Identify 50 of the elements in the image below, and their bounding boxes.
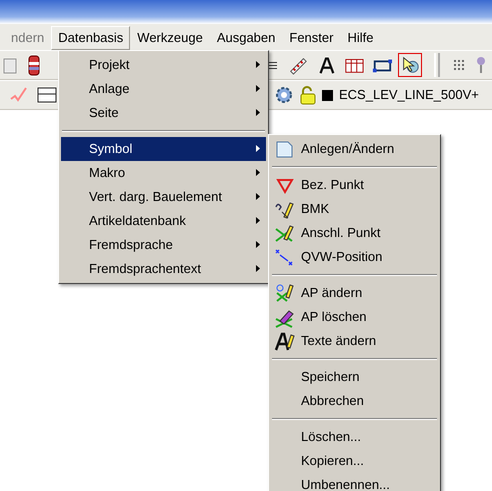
pencil-cross-icon xyxy=(274,222,294,244)
submenu-arrow-icon xyxy=(256,193,260,200)
menu-item[interactable]: Löschen... xyxy=(271,425,438,449)
menu-item[interactable]: Hilfe xyxy=(340,26,380,50)
submenu-arrow-icon xyxy=(256,61,260,68)
submenu-arrow-icon xyxy=(256,217,260,224)
pencil-cross-icon xyxy=(274,282,294,304)
pin-icon[interactable] xyxy=(474,55,488,75)
layer-color-swatch xyxy=(322,90,333,100)
submenu-arrow-icon xyxy=(256,169,260,176)
menu-item[interactable]: Speichern xyxy=(271,365,438,389)
letter-pencil-icon xyxy=(274,330,294,352)
battery-icon[interactable] xyxy=(26,54,42,76)
menu-item[interactable]: QVW-Position xyxy=(271,245,438,269)
menu-item[interactable]: Bez. Punkt xyxy=(271,173,438,197)
menu-item[interactable]: Vert. darg. Bauelement xyxy=(61,185,266,209)
menu-item[interactable]: Artikeldatenbank xyxy=(61,209,266,233)
menu-item[interactable]: Anlegen/Ändern xyxy=(271,137,438,161)
lines-icon xyxy=(269,62,277,68)
cross-marks-icon xyxy=(274,246,294,268)
menu-item[interactable]: Ausgaben xyxy=(210,26,282,50)
gear-icon[interactable] xyxy=(274,85,294,105)
menu-item[interactable]: ndern xyxy=(4,26,52,50)
menu-item[interactable]: BMK xyxy=(271,197,438,221)
menu-item[interactable]: Werkzeuge xyxy=(130,26,210,50)
menu-item[interactable]: Anschl. Punkt xyxy=(271,221,438,245)
menu-item[interactable]: Anlage xyxy=(61,77,266,101)
menu-item[interactable]: Texte ändern xyxy=(271,329,438,353)
submenu-arrow-icon xyxy=(256,265,260,272)
submenu-arrow-icon xyxy=(256,85,260,92)
submenu-arrow-icon xyxy=(256,109,260,116)
menu-item[interactable]: Abbrechen xyxy=(271,389,438,413)
menu-item[interactable]: Kopieren... xyxy=(271,449,438,473)
menu-item[interactable]: Fremdsprache xyxy=(61,233,266,257)
menu-item[interactable]: Symbol xyxy=(61,137,266,161)
toolbar-grip xyxy=(434,53,440,77)
submenu-arrow-icon xyxy=(256,241,260,248)
cursor-tool[interactable] xyxy=(398,53,422,77)
submenu-arrow-icon xyxy=(256,145,260,152)
menu-item[interactable]: Fremdsprachentext xyxy=(61,257,266,281)
menu-item[interactable]: Umbenennen... xyxy=(271,473,438,491)
menu-item[interactable]: AP ändern xyxy=(271,281,438,305)
menu-item[interactable]: Fenster xyxy=(282,26,340,50)
menu-item[interactable]: Makro xyxy=(61,161,266,185)
window-icon[interactable] xyxy=(36,86,58,104)
menu-item[interactable]: Seite xyxy=(61,101,266,125)
menu-item[interactable]: Datenbasis xyxy=(51,26,130,50)
page-icon xyxy=(274,138,294,160)
menu-item[interactable]: AP löschen xyxy=(271,305,438,329)
layer-name: ECS_LEV_LINE_500V+ xyxy=(339,86,479,104)
